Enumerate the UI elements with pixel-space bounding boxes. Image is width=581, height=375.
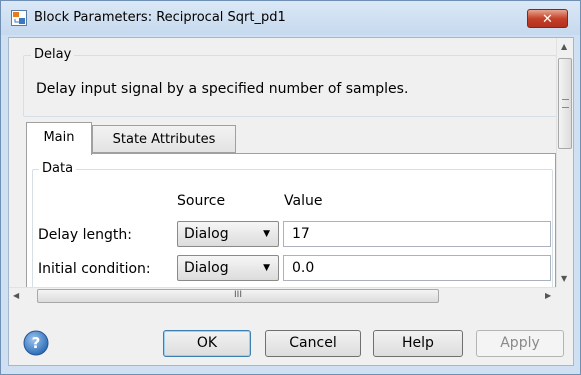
tab-main[interactable]: Main [26, 122, 92, 155]
horizontal-scrollbar[interactable]: ◀ III ▶ [9, 287, 556, 304]
initial-condition-field[interactable]: 0.0 [283, 255, 551, 281]
delay-group-legend: Delay [31, 47, 75, 62]
scroll-down-icon[interactable]: ▼ [561, 274, 567, 283]
block-description: Delay input signal by a specified number… [36, 81, 409, 97]
apply-button[interactable]: Apply [476, 330, 564, 357]
value-column-header: Value [284, 193, 323, 209]
horizontal-scroll-thumb[interactable]: III [37, 289, 439, 303]
parameters-scroll-area: Delay Delay input signal by a specified … [9, 38, 573, 304]
question-icon[interactable]: ? [23, 330, 49, 356]
delay-length-field[interactable]: 17 [283, 221, 551, 247]
delay-length-label: Delay length: [38, 227, 132, 243]
scroll-up-icon[interactable]: ▲ [561, 42, 567, 51]
close-button[interactable]: ✕ [527, 9, 568, 28]
initial-condition-source-select[interactable]: Dialog ▼ [177, 255, 279, 281]
close-icon: ✕ [542, 12, 553, 27]
cancel-button[interactable]: Cancel [265, 330, 361, 357]
title-bar[interactable]: Block Parameters: Reciprocal Sqrt_pd1 ✕ [1, 1, 580, 35]
simulink-block-icon [11, 10, 27, 26]
window-title: Block Parameters: Reciprocal Sqrt_pd1 [34, 10, 286, 25]
dropdown-arrow-icon: ▼ [263, 263, 270, 273]
source-column-header: Source [177, 193, 226, 209]
ok-button[interactable]: OK [163, 330, 251, 357]
initial-condition-value: 0.0 [292, 260, 315, 276]
scroll-left-icon[interactable]: ◀ [13, 291, 19, 300]
block-parameters-window: Block Parameters: Reciprocal Sqrt_pd1 ✕ … [0, 0, 581, 375]
help-button[interactable]: Help [373, 330, 463, 357]
scroll-corner [556, 287, 573, 304]
scroll-right-icon[interactable]: ▶ [545, 291, 551, 300]
tab-state-attributes[interactable]: State Attributes [92, 125, 236, 153]
initial-condition-label: Initial condition: [38, 261, 151, 277]
data-group-legend: Data [39, 161, 77, 176]
svg-text:?: ? [32, 334, 41, 352]
vertical-scrollbar[interactable]: ▲ ▼ [556, 38, 573, 304]
delay-length-value: 17 [292, 226, 310, 242]
main-tab-panel: Data Source Value Delay length: Dialog ▼… [26, 153, 556, 304]
dropdown-arrow-icon: ▼ [263, 229, 270, 239]
vertical-scroll-thumb[interactable] [558, 58, 572, 149]
initial-condition-source-value: Dialog [184, 260, 229, 276]
delay-length-source-value: Dialog [184, 226, 229, 242]
dialog-body: Delay Delay input signal by a specified … [8, 37, 574, 366]
delay-length-source-select[interactable]: Dialog ▼ [177, 221, 279, 247]
